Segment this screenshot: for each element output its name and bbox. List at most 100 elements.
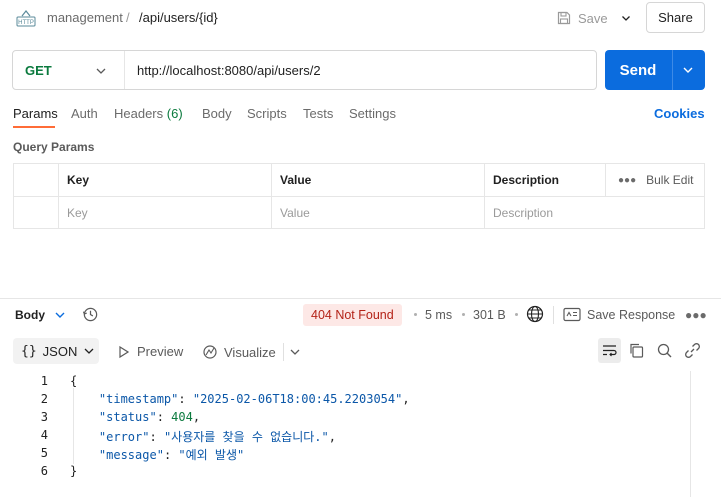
send-button[interactable]: Send <box>605 50 671 90</box>
response-body-viewer[interactable]: 1 { 2 "timestamp": "2025-02-06T18:00:45.… <box>0 371 690 497</box>
status-badge[interactable]: 404 Not Found <box>303 304 402 326</box>
json-value: "사용자를 찾을 수 없습니다." <box>163 430 329 444</box>
checkbox-column-header <box>14 164 59 196</box>
chevron-down-icon[interactable] <box>54 310 66 320</box>
svg-text:HTTP: HTTP <box>18 20 34 26</box>
json-key: "error" <box>98 430 150 444</box>
save-response-button[interactable]: Save Response <box>587 308 675 322</box>
chevron-down-icon <box>96 68 106 74</box>
line-number: 4 <box>40 428 48 442</box>
preview-button[interactable]: Preview <box>117 344 183 359</box>
value-input[interactable]: Value <box>272 197 485 229</box>
braces-icon: {} <box>21 343 37 359</box>
json-value: "예외 발생" <box>178 448 245 462</box>
value-column-header: Value <box>272 164 485 196</box>
json-key: "timestamp" <box>98 392 179 406</box>
query-params-table: Key Value Description ●●● Bulk Edit Key … <box>13 163 705 229</box>
code-line: "message": "예외 발생" <box>98 448 245 462</box>
visualize-button[interactable]: Visualize <box>202 344 276 360</box>
breadcrumb-collection[interactable]: management <box>47 10 123 25</box>
save-response-icon[interactable] <box>563 307 581 322</box>
response-time[interactable]: 5 ms <box>425 308 452 322</box>
tab-body[interactable]: Body <box>202 106 232 121</box>
wrap-lines-icon <box>603 345 617 357</box>
tab-settings[interactable]: Settings <box>349 106 396 121</box>
link-icon[interactable] <box>684 342 701 359</box>
method-select[interactable]: GET <box>13 51 125 89</box>
url-input[interactable]: http://localhost:8080/api/users/2 <box>137 63 321 78</box>
line-number: 2 <box>40 392 48 406</box>
search-icon[interactable] <box>656 342 673 359</box>
separator-dot <box>414 313 417 316</box>
response-view-bar: {} JSON Preview Visualize <box>0 338 721 366</box>
tab-params[interactable]: Params <box>13 106 58 121</box>
bulk-edit-label: Bulk Edit <box>646 173 694 187</box>
separator-dot <box>462 313 465 316</box>
wrap-lines-toggle[interactable] <box>598 338 621 363</box>
code-line: { <box>70 374 78 388</box>
code-line: "error": "사용자를 찾을 수 없습니다.", <box>98 430 336 444</box>
tab-headers-label: Headers <box>114 106 164 121</box>
play-icon <box>119 345 130 358</box>
visualize-label: Visualize <box>224 344 276 360</box>
line-number: 3 <box>40 410 48 424</box>
bulk-edit-button[interactable]: ●●● Bulk Edit <box>606 164 704 196</box>
method-label: GET <box>25 63 52 78</box>
share-button[interactable]: Share <box>646 2 705 33</box>
send-divider <box>672 50 673 90</box>
chevron-down-icon[interactable] <box>289 347 301 357</box>
send-button-group: Send <box>605 50 705 90</box>
response-toolbar: Body 404 Not Found 5 ms 301 B Save Respo… <box>0 300 721 330</box>
save-options-dropdown[interactable] <box>614 6 638 30</box>
separator-dot <box>515 313 518 316</box>
format-label: JSON <box>42 343 78 359</box>
json-key: "message" <box>98 448 164 462</box>
chevron-down-icon[interactable] <box>681 64 695 76</box>
json-key: "status" <box>98 410 157 424</box>
toolbar-divider <box>283 343 284 361</box>
chevron-down-icon <box>622 16 630 21</box>
request-title[interactable]: /api/users/{id} <box>139 10 218 25</box>
http-request-icon: HTTP <box>16 10 36 27</box>
scrollbar-track[interactable] <box>690 371 691 497</box>
chevron-down-icon <box>84 348 94 354</box>
key-column-header: Key <box>59 164 272 196</box>
json-value: "2025-02-06T18:00:45.2203054" <box>192 392 403 406</box>
json-value: 404 <box>171 410 193 424</box>
more-icon: ●●● <box>618 174 637 186</box>
save-icon <box>557 11 571 25</box>
tab-tests[interactable]: Tests <box>303 106 333 121</box>
query-params-title: Query Params <box>13 140 95 154</box>
response-body-dropdown[interactable]: Body <box>15 308 45 322</box>
toolbar-divider <box>553 306 554 324</box>
description-column-header: Description <box>485 164 606 196</box>
request-header: HTTP management / /api/users/{id} Save S… <box>0 0 721 36</box>
preview-label: Preview <box>137 344 184 359</box>
history-icon[interactable] <box>82 306 99 323</box>
line-number: 6 <box>40 464 48 478</box>
cookies-link[interactable]: Cookies <box>654 106 705 121</box>
visualize-icon <box>203 345 217 359</box>
row-checkbox-cell <box>14 197 59 229</box>
tab-headers-count: (6) <box>166 106 183 121</box>
format-select[interactable]: {} JSON <box>13 338 99 364</box>
url-bar: GET http://localhost:8080/api/users/2 <box>12 50 597 90</box>
code-line: "timestamp": "2025-02-06T18:00:45.220305… <box>98 392 410 406</box>
copy-icon[interactable] <box>628 342 645 359</box>
breadcrumb-separator: / <box>126 10 130 25</box>
response-size[interactable]: 301 B <box>473 308 506 322</box>
response-divider[interactable] <box>0 298 721 299</box>
line-number: 1 <box>40 374 48 388</box>
key-input[interactable]: Key <box>59 197 272 229</box>
save-label: Save <box>578 10 608 26</box>
tab-scripts[interactable]: Scripts <box>247 106 287 121</box>
active-tab-indicator <box>13 126 55 128</box>
more-options-icon[interactable]: ●●● <box>685 308 707 322</box>
tab-auth[interactable]: Auth <box>71 106 98 121</box>
globe-icon[interactable] <box>526 305 544 323</box>
line-number: 5 <box>40 446 48 460</box>
save-button[interactable]: Save <box>556 6 610 30</box>
description-input[interactable]: Description <box>485 197 704 229</box>
tab-headers[interactable]: Headers (6) <box>114 106 183 121</box>
code-line: } <box>70 464 78 478</box>
